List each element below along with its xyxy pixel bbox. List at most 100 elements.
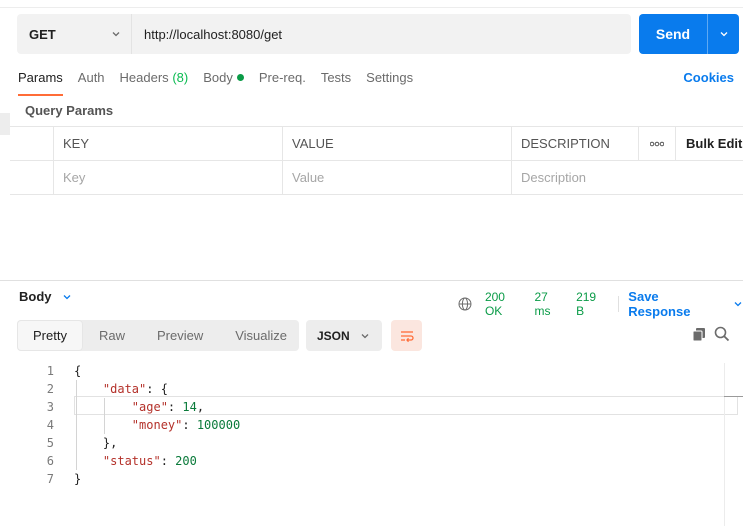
- code-text: "money": 100000: [74, 416, 240, 434]
- json-punctuation: :: [167, 400, 183, 414]
- line-number: 4: [46, 418, 54, 432]
- more-icon: [650, 141, 664, 146]
- tab-settings[interactable]: Settings: [366, 70, 413, 90]
- json-key: "age": [131, 400, 168, 414]
- cookies-link[interactable]: Cookies: [683, 70, 734, 85]
- tab-prereq[interactable]: Pre-req.: [259, 70, 306, 90]
- headers-count: (8): [172, 70, 189, 85]
- response-code-viewer[interactable]: 1{2 "data": {3 "age": 14, 4 "money": 1000…: [0, 362, 743, 488]
- status-code[interactable]: 200 OK: [485, 290, 526, 318]
- tab-headers-label: Headers: [119, 70, 169, 85]
- json-punctuation: },: [74, 436, 118, 450]
- json-punctuation: [74, 400, 132, 414]
- response-time[interactable]: 27 ms: [535, 290, 568, 318]
- json-number: 200: [175, 454, 197, 468]
- more-options-button[interactable]: [638, 127, 675, 160]
- chevron-down-icon: [361, 333, 369, 338]
- meta-divider: [618, 296, 620, 312]
- json-number: 14: [182, 400, 197, 414]
- code-text: },: [74, 434, 117, 452]
- send-options-button[interactable]: [707, 14, 739, 54]
- response-view-tabs: Pretty Raw Preview Visualize: [17, 320, 299, 351]
- view-tab-pretty[interactable]: Pretty: [17, 320, 83, 351]
- line-number: 1: [46, 364, 54, 378]
- code-text: "data": {: [74, 380, 168, 398]
- send-button-group: Send: [639, 14, 739, 54]
- search-icon[interactable]: [714, 326, 730, 342]
- json-punctuation: [74, 382, 103, 396]
- tab-params[interactable]: Params: [18, 70, 63, 96]
- send-button[interactable]: Send: [639, 26, 707, 42]
- line-number: 3: [46, 400, 54, 414]
- json-punctuation: ,: [196, 400, 205, 414]
- request-bar: GET http://localhost:8080/get: [17, 14, 631, 54]
- response-meta: 200 OK 27 ms 219 B Save Response: [458, 289, 743, 319]
- column-header-value: VALUE: [282, 127, 511, 160]
- json-punctuation: : {: [146, 382, 168, 396]
- pane-divider[interactable]: [0, 280, 743, 281]
- code-text: "age": 14,: [74, 398, 204, 416]
- tab-tests[interactable]: Tests: [321, 70, 351, 90]
- sidebar-edge: [0, 113, 10, 135]
- json-key: "data": [102, 382, 147, 396]
- code-line: 5 },: [0, 434, 743, 452]
- table-header-row: KEY VALUE DESCRIPTION Bulk Edit: [10, 127, 743, 161]
- query-params-table: KEY VALUE DESCRIPTION Bulk Edit Key Valu…: [10, 126, 743, 195]
- line-number: 2: [46, 382, 54, 396]
- request-tabs: Params Auth Headers (8) Body Pre-req. Te…: [18, 70, 428, 96]
- description-input[interactable]: Description: [511, 161, 743, 194]
- query-params-title: Query Params: [25, 103, 114, 118]
- code-text: }: [74, 470, 81, 488]
- json-key: "money": [131, 418, 183, 432]
- column-header-key: KEY: [53, 127, 282, 160]
- code-line: 2 "data": {: [0, 380, 743, 398]
- code-line: 6 "status": 200: [0, 452, 743, 470]
- view-tab-preview[interactable]: Preview: [141, 320, 219, 351]
- url-input[interactable]: http://localhost:8080/get: [132, 27, 282, 42]
- wrap-lines-button[interactable]: [391, 320, 422, 351]
- response-size[interactable]: 219 B: [576, 290, 607, 318]
- json-punctuation: {: [74, 364, 82, 378]
- key-input[interactable]: Key: [53, 161, 282, 194]
- line-number: 6: [46, 454, 54, 468]
- chevron-down-icon: [720, 32, 727, 37]
- code-text: {: [74, 362, 81, 380]
- json-punctuation: :: [182, 418, 197, 432]
- chevron-down-icon: [112, 32, 120, 37]
- line-number: 7: [46, 472, 54, 486]
- globe-icon[interactable]: [458, 297, 472, 311]
- view-tab-raw[interactable]: Raw: [83, 320, 141, 351]
- code-line: 1{: [0, 362, 743, 380]
- json-punctuation: [74, 454, 103, 468]
- chevron-down-icon: [63, 294, 70, 299]
- value-input[interactable]: Value: [282, 161, 511, 194]
- tab-auth[interactable]: Auth: [78, 70, 105, 90]
- code-text: "status": 200: [74, 452, 197, 470]
- json-punctuation: :: [160, 454, 176, 468]
- response-body-toggle[interactable]: Body: [19, 289, 72, 304]
- line-number: 5: [46, 436, 54, 450]
- bulk-edit-button[interactable]: Bulk Edit: [675, 127, 743, 160]
- column-header-description: DESCRIPTION: [511, 127, 638, 160]
- tab-body[interactable]: Body: [203, 70, 244, 90]
- method-select[interactable]: GET: [17, 14, 132, 54]
- wrap-lines-icon: [400, 330, 414, 342]
- chevron-down-icon[interactable]: [733, 299, 743, 309]
- json-number: 100000: [196, 418, 241, 432]
- tab-headers[interactable]: Headers (8): [120, 70, 189, 90]
- save-response-button[interactable]: Save Response: [628, 289, 724, 319]
- table-row: Key Value Description: [10, 161, 743, 195]
- format-select[interactable]: JSON: [306, 320, 382, 351]
- copy-icon[interactable]: [692, 327, 706, 342]
- code-line: 7}: [0, 470, 743, 488]
- tab-body-label: Body: [203, 70, 233, 85]
- format-label: JSON: [317, 328, 350, 343]
- json-punctuation: }: [74, 472, 82, 486]
- code-line: 3 "age": 14,: [0, 398, 743, 416]
- json-punctuation: [74, 418, 132, 432]
- window-top-strip: [0, 0, 743, 8]
- json-key: "status": [102, 454, 161, 468]
- view-tab-visualize[interactable]: Visualize: [219, 320, 303, 351]
- status-dot-icon: [236, 74, 244, 82]
- method-label: GET: [29, 26, 56, 42]
